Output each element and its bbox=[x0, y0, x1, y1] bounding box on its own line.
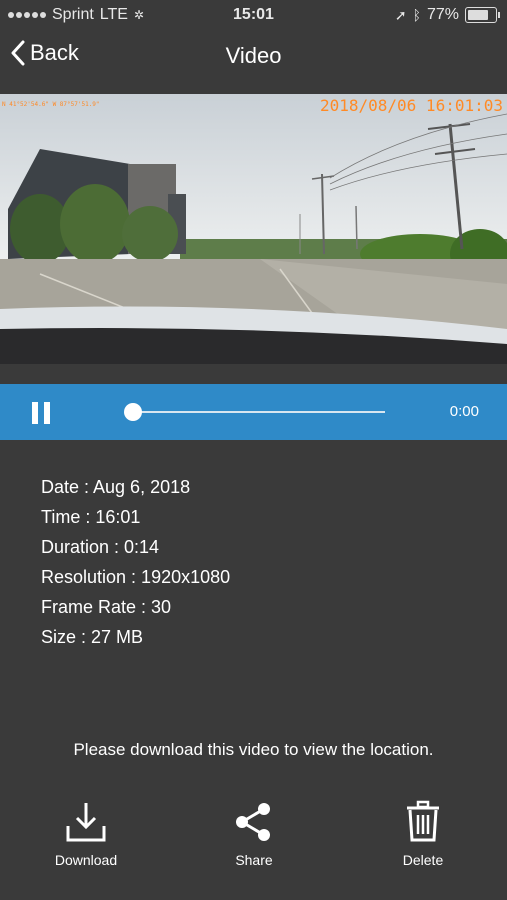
video-gps-coords: N 41°52'54.6" W 87°57'51.9" bbox=[2, 101, 100, 108]
detail-size: Size : 27 MB bbox=[41, 627, 144, 647]
detail-duration: Duration : 0:14 bbox=[41, 537, 160, 557]
video-frame[interactable]: 2018/08/06 16:01:03 N 41°52'54.6" W 87°5… bbox=[0, 94, 507, 384]
battery-icon bbox=[465, 7, 500, 23]
nav-bar: Back Video bbox=[0, 32, 507, 84]
playback-time: 0:00 bbox=[449, 403, 479, 420]
delete-label: Delete bbox=[402, 852, 444, 868]
battery-percent: 77% bbox=[426, 6, 459, 23]
bluetooth-icon: ᛒ bbox=[412, 7, 421, 23]
player-controls: 0:00 bbox=[0, 384, 507, 440]
delete-button[interactable]: Delete bbox=[368, 800, 478, 868]
action-bar: Download Share Delete bbox=[0, 800, 507, 880]
download-icon bbox=[66, 803, 106, 842]
status-bar: Sprint LTE ✲ 15:01 ➚ ᛒ 77% bbox=[0, 0, 507, 32]
detail-time: Time : 16:01 bbox=[41, 507, 141, 527]
seek-thumb[interactable] bbox=[124, 403, 142, 421]
seek-track[interactable] bbox=[132, 411, 385, 413]
detail-date: Date : Aug 6, 2018 bbox=[41, 477, 191, 497]
download-button[interactable]: Download bbox=[31, 800, 141, 868]
status-right: ➚ ᛒ 77% bbox=[394, 6, 500, 24]
detail-frame-rate: Frame Rate : 30 bbox=[41, 597, 172, 617]
video-image bbox=[0, 94, 507, 384]
trash-icon bbox=[407, 800, 439, 842]
pause-button[interactable] bbox=[32, 402, 50, 424]
page-title: Video bbox=[225, 43, 282, 68]
video-details: Date : Aug 6, 2018 Time : 16:01 Duration… bbox=[41, 472, 230, 652]
location-note: Please download this video to view the l… bbox=[73, 740, 434, 759]
location-arrow-icon: ➚ bbox=[394, 6, 407, 23]
detail-resolution: Resolution : 1920x1080 bbox=[41, 567, 231, 587]
video-timestamp: 2018/08/06 16:01:03 bbox=[319, 96, 503, 115]
share-button[interactable]: Share bbox=[199, 800, 309, 868]
download-label: Download bbox=[54, 852, 118, 868]
share-icon bbox=[236, 803, 270, 841]
share-label: Share bbox=[235, 852, 273, 868]
